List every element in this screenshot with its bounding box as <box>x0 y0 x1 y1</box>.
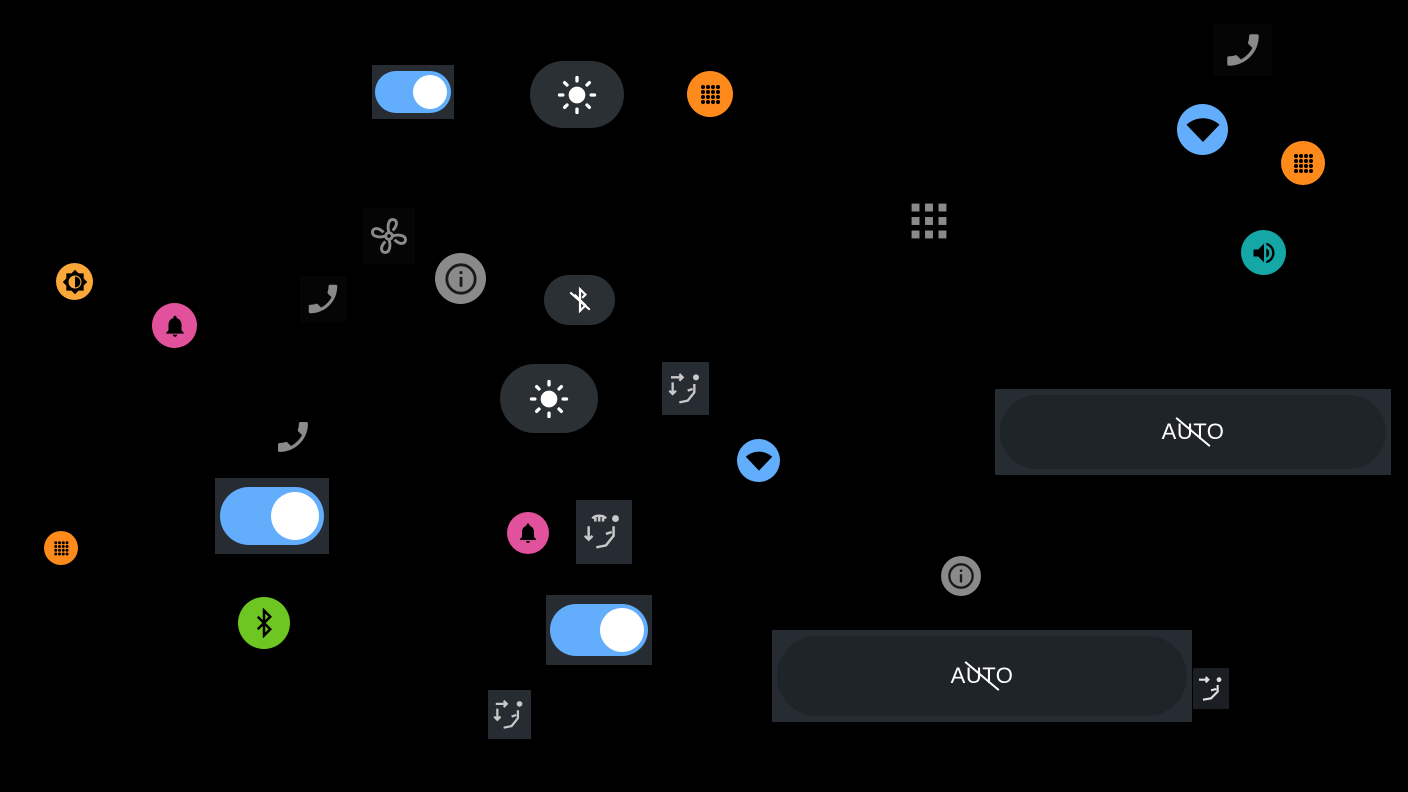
toggle-knob <box>413 75 447 109</box>
volume-icon <box>1253 242 1274 263</box>
toggle-track <box>375 71 451 113</box>
app-grid-button[interactable] <box>1281 141 1325 185</box>
info-button[interactable] <box>941 556 981 596</box>
wifi-icon <box>745 451 772 471</box>
fan-button[interactable] <box>363 208 415 264</box>
info-icon <box>948 563 974 589</box>
brightness-icon <box>557 75 597 114</box>
auto-label: AUTO <box>1162 417 1225 447</box>
wifi-button[interactable] <box>737 439 780 482</box>
seat-heat-icon <box>583 514 619 549</box>
toggle-switch-3[interactable] <box>546 595 652 665</box>
apps-button[interactable] <box>906 198 952 244</box>
app-grid-icon <box>1294 154 1313 173</box>
bluetooth-toggle[interactable] <box>544 275 615 325</box>
seat-adjust-icon <box>668 372 699 403</box>
phone-button[interactable] <box>1214 24 1272 76</box>
brightness-button[interactable] <box>530 61 624 128</box>
seat-airflow-button[interactable] <box>1193 668 1229 709</box>
auto-button-surface: AUTO <box>1000 395 1386 469</box>
auto-climate-button[interactable]: AUTO <box>772 630 1192 722</box>
bluetooth-icon <box>256 608 273 638</box>
phone-icon <box>1227 34 1259 66</box>
auto-brightness-button[interactable] <box>56 263 93 300</box>
auto-climate-button[interactable]: AUTO <box>995 389 1391 475</box>
phone-icon <box>308 284 338 314</box>
toggle-track <box>220 487 324 545</box>
notification-bell-icon <box>165 315 184 337</box>
notification-button[interactable] <box>152 303 197 348</box>
info-button[interactable] <box>435 253 486 304</box>
bluetooth-off-icon <box>569 287 590 313</box>
app-grid-icon <box>701 85 720 104</box>
grid-icon <box>911 203 947 239</box>
seat-airflow-button[interactable] <box>662 362 709 415</box>
brightness-auto-icon <box>62 269 87 294</box>
volume-button[interactable] <box>1241 230 1286 275</box>
phone-icon <box>278 422 308 452</box>
phone-button[interactable] <box>300 276 346 322</box>
seat-adjust-icon <box>492 699 522 729</box>
app-grid-icon <box>54 541 69 556</box>
app-grid-button[interactable] <box>687 71 733 117</box>
brightness-icon <box>529 379 569 418</box>
phone-button[interactable] <box>270 414 316 460</box>
toggle-switch-2[interactable] <box>215 478 329 554</box>
bluetooth-button[interactable] <box>238 597 290 649</box>
wifi-icon <box>1186 117 1219 142</box>
toggle-track <box>550 604 648 656</box>
seat-airflow-button[interactable] <box>488 690 531 739</box>
toggle-knob <box>271 492 319 540</box>
wifi-button[interactable] <box>1177 104 1228 155</box>
notification-bell-icon <box>520 523 536 543</box>
auto-label: AUTO <box>951 661 1014 691</box>
notification-button[interactable] <box>507 512 549 554</box>
brightness-button[interactable] <box>500 364 598 433</box>
seat-adjust-icon <box>1199 675 1222 701</box>
seat-heat-button[interactable] <box>576 500 632 564</box>
info-icon <box>444 262 477 295</box>
toggle-knob <box>600 608 644 652</box>
app-grid-button[interactable] <box>44 531 78 565</box>
toggle-switch-1[interactable] <box>372 65 454 119</box>
auto-button-surface: AUTO <box>777 636 1187 716</box>
fan-icon <box>371 218 407 254</box>
